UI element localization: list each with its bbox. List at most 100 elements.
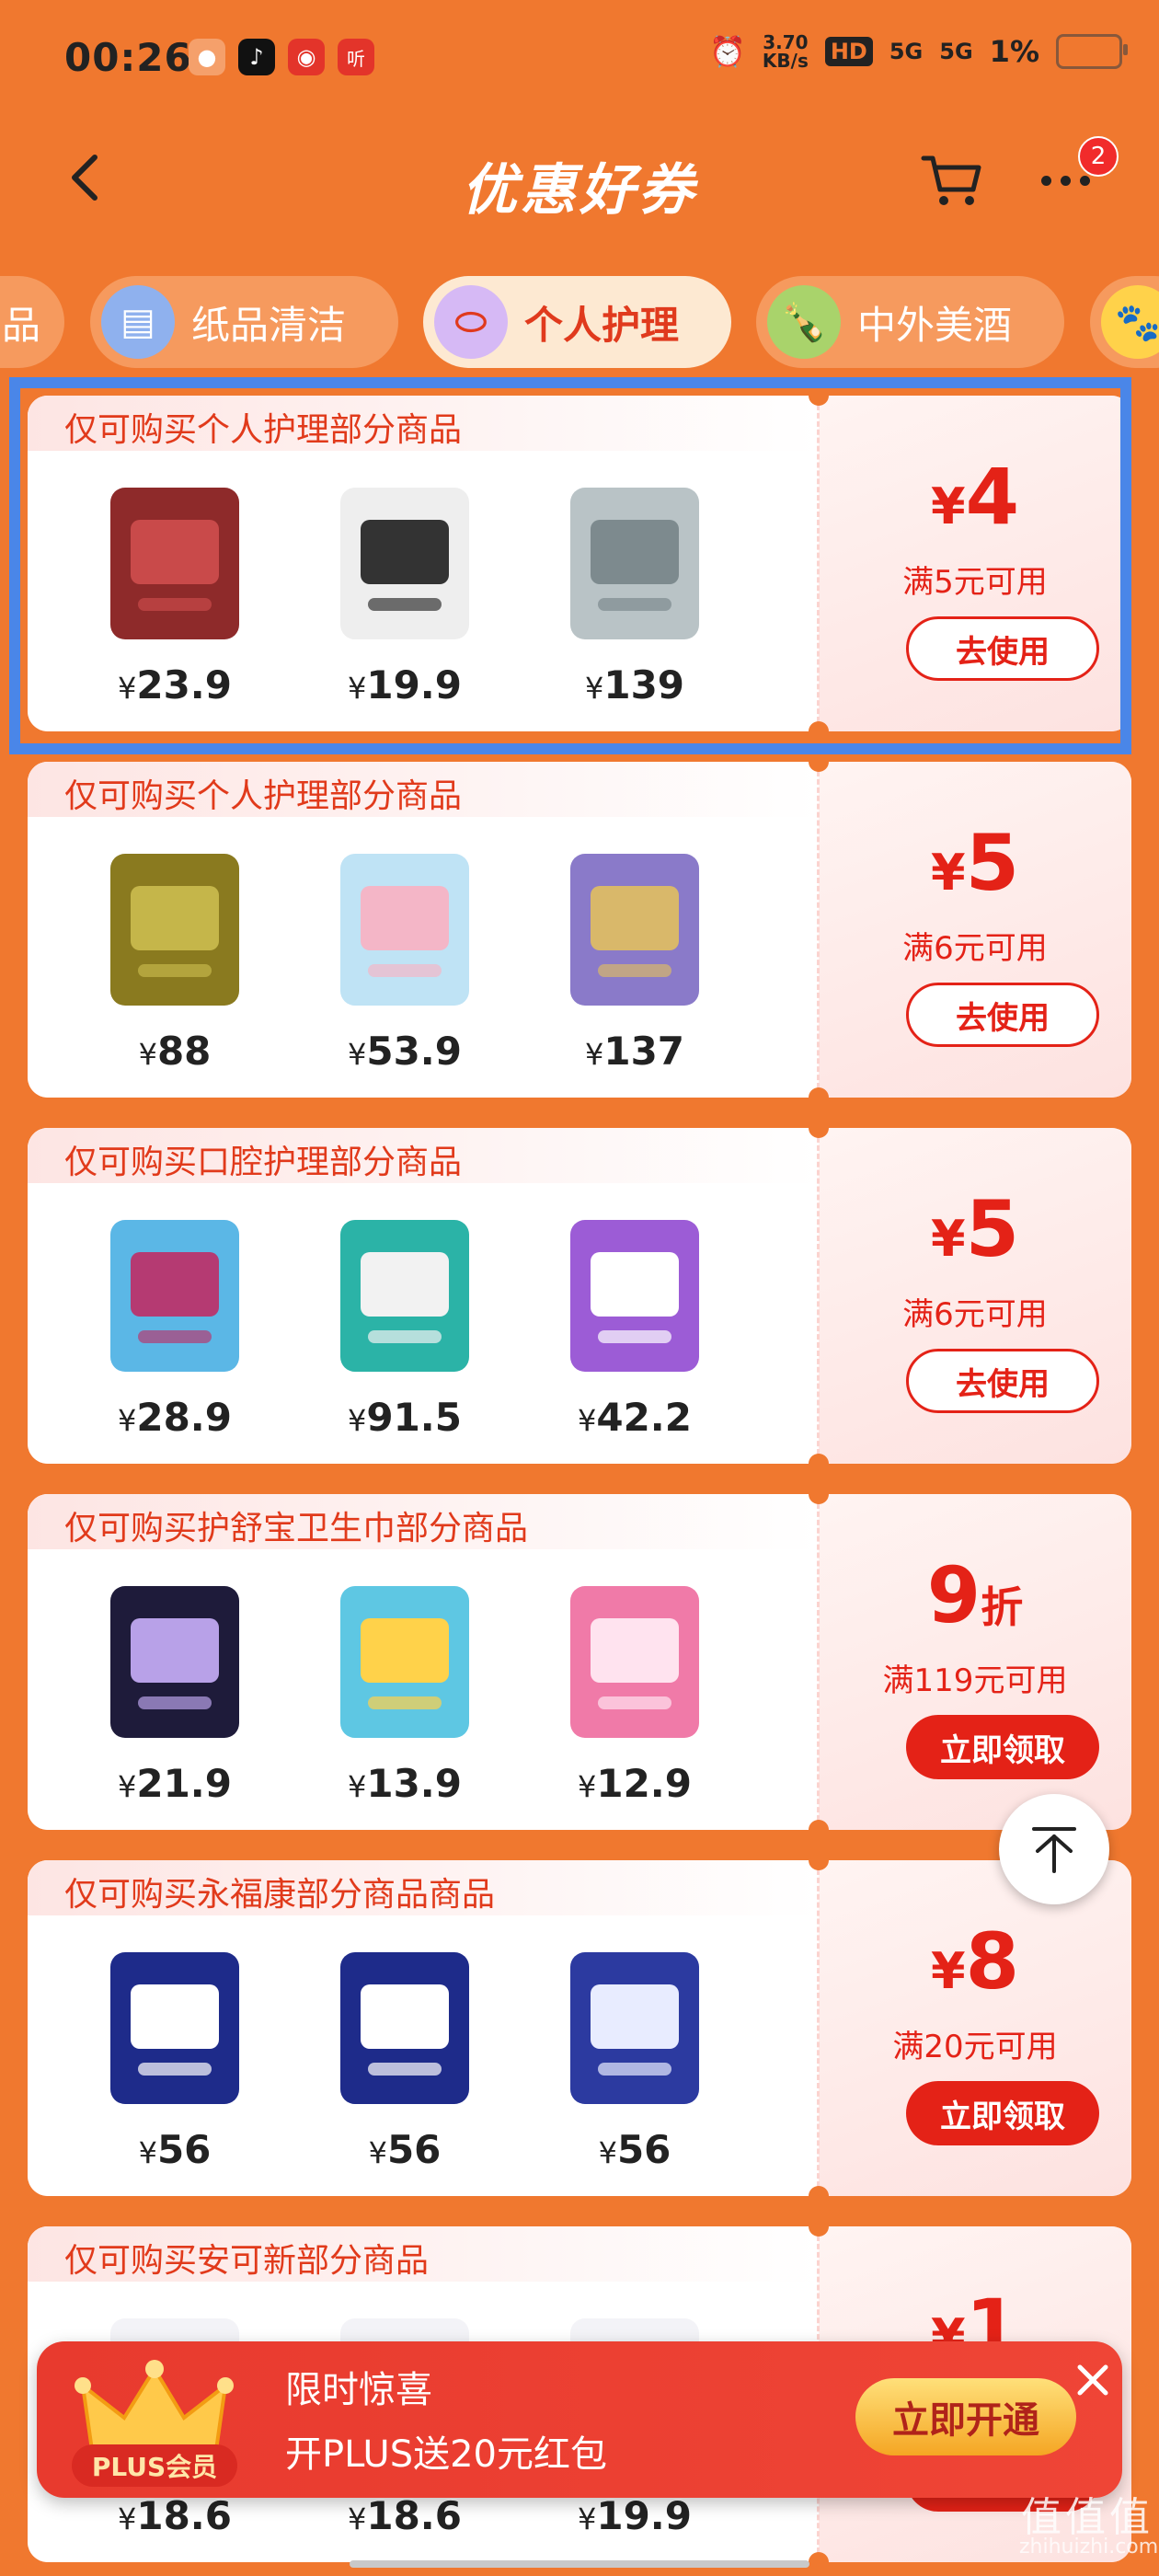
product-price: ¥12.9 — [578, 1761, 692, 1806]
coupon-condition: 仅可购买护舒宝卫生巾部分商品 — [64, 1510, 529, 1547]
coupon-products-area: 仅可购买个人护理部分商品 ¥23.9 ¥19.9 ¥139 — [28, 396, 819, 731]
coupon-threshold: 满6元可用 — [902, 1296, 1048, 1333]
coupon-header: 仅可购买个人护理部分商品 — [28, 396, 819, 451]
netease-music-icon: ◉ — [288, 39, 325, 75]
open-plus-button[interactable]: 立即开通 — [855, 2378, 1076, 2455]
plus-headline: 限时惊喜 — [285, 2369, 432, 2411]
tab-next[interactable]: 🐾 — [1090, 276, 1159, 368]
product-image[interactable] — [83, 835, 267, 1019]
plus-subline: 开PLUS送20元红包 — [285, 2433, 607, 2476]
coupon-threshold: 满119元可用 — [882, 1662, 1068, 1699]
product-price: ¥88 — [138, 1029, 212, 1074]
product-image[interactable] — [543, 1568, 727, 1752]
product-image[interactable] — [313, 1202, 497, 1386]
coupon-products-area: 仅可购买口腔护理部分商品 ¥28.9 ¥91.5 ¥42.2 — [28, 1128, 819, 1464]
pet-paw-icon: 🐾 — [1101, 285, 1159, 359]
ting-icon: 听 — [338, 39, 374, 75]
coupon-header: 仅可购买口腔护理部分商品 — [28, 1128, 819, 1183]
use-button[interactable]: 去使用 — [906, 1349, 1099, 1413]
product-price: ¥19.9 — [578, 2493, 692, 2538]
network-speed: 3.70 KB/s — [762, 31, 809, 72]
product-image[interactable] — [543, 1202, 727, 1386]
coupon-card[interactable]: 仅可购买永福康部分商品商品 ¥56 ¥56 ¥56 ¥8 满20元可用 立即领取 — [28, 1860, 1131, 2196]
coupon-condition: 仅可购买安可新部分商品 — [64, 2242, 430, 2280]
watermark-site: zhihuizhi.com — [1019, 2536, 1159, 2559]
product-image[interactable] — [313, 1568, 497, 1752]
product-image[interactable] — [543, 469, 727, 653]
product-price: ¥18.6 — [118, 2493, 232, 2538]
coupon-header: 仅可购买个人护理部分商品 — [28, 762, 819, 817]
product-image[interactable] — [83, 1568, 267, 1752]
tab-personal-care[interactable]: ⬭ 个人护理 — [423, 276, 731, 368]
product-price: ¥42.2 — [578, 1395, 692, 1440]
coupon-products-area: 仅可购买护舒宝卫生巾部分商品 ¥21.9 ¥13.9 ¥12.9 — [28, 1494, 819, 1830]
cart-icon[interactable] — [920, 153, 984, 208]
product-price: ¥23.9 — [118, 662, 232, 707]
product-price: ¥56 — [598, 2127, 671, 2172]
product-image[interactable] — [83, 469, 267, 653]
use-button[interactable]: 去使用 — [906, 616, 1099, 681]
coupon-products-area: 仅可购买永福康部分商品商品 ¥56 ¥56 ¥56 — [28, 1860, 819, 2196]
tab-partial[interactable]: 品 — [0, 276, 64, 368]
battery-icon — [1056, 34, 1128, 69]
claim-button[interactable]: 立即领取 — [906, 1715, 1099, 1779]
coupon-card[interactable]: 仅可购买个人护理部分商品 ¥88 ¥53.9 ¥137 ¥5 满6元可用 去使用 — [28, 762, 1131, 1098]
product-image[interactable] — [313, 1934, 497, 2118]
zhihu-bird-icon: ● — [189, 39, 225, 75]
system-status: ⏰ 3.70 KB/s HD 5G 5G 1% — [709, 31, 1128, 72]
product-price: ¥56 — [368, 2127, 442, 2172]
plus-promo-banner[interactable]: PLUS会员 限时惊喜 开PLUS送20元红包 立即开通 — [37, 2341, 1122, 2498]
signal-5g-2: 5G — [939, 39, 973, 64]
notification-badge: 2 — [1078, 136, 1119, 177]
coupon-amount: ¥8 — [930, 1916, 1020, 2007]
coupon-card[interactable]: 仅可购买护舒宝卫生巾部分商品 ¥21.9 ¥13.9 ¥12.9 9折满119元可用立即… — [28, 1494, 1131, 1830]
coupon-amount: 9折 — [926, 1550, 1024, 1640]
coupon-header: 仅可购买安可新部分商品 — [28, 2226, 819, 2282]
coupon-value-area: ¥8 满20元可用 立即领取 — [819, 1860, 1131, 2196]
tissue-icon: ▤ — [101, 285, 175, 359]
battery-percent: 1% — [989, 34, 1039, 69]
coupon-value-area: ¥5 满6元可用 去使用 — [819, 1128, 1131, 1464]
back-to-top-button[interactable] — [999, 1794, 1109, 1904]
plus-member-badge: PLUS会员 — [72, 2444, 237, 2487]
coupon-condition: 仅可购买永福康部分商品商品 — [64, 1876, 496, 1914]
tab-paper-cleaning[interactable]: ▤ 纸品清洁 — [90, 276, 398, 368]
product-image[interactable] — [83, 1934, 267, 2118]
coupon-card[interactable]: 仅可购买口腔护理部分商品 ¥28.9 ¥91.5 ¥42.2 ¥5 满6元可用 去使用 — [28, 1128, 1131, 1464]
product-image[interactable] — [543, 1934, 727, 2118]
coupon-condition: 仅可购买个人护理部分商品 — [64, 777, 463, 815]
close-icon[interactable] — [1074, 2362, 1111, 2398]
hd-icon: HD — [824, 37, 873, 66]
tab-wine[interactable]: 🍾 中外美酒 — [756, 276, 1064, 368]
alarm-icon: ⏰ — [709, 34, 746, 69]
lotion-icon: ⬭ — [434, 285, 508, 359]
coupon-divider — [817, 1869, 820, 2187]
product-price: ¥13.9 — [348, 1761, 462, 1806]
coupon-divider — [817, 405, 820, 722]
home-indicator[interactable] — [350, 2560, 809, 2568]
coupon-header: 仅可购买护舒宝卫生巾部分商品 — [28, 1494, 819, 1549]
product-image[interactable] — [313, 469, 497, 653]
coupon-divider — [817, 771, 820, 1088]
coupon-threshold: 满6元可用 — [902, 930, 1048, 967]
claim-button[interactable]: 立即领取 — [906, 2081, 1099, 2145]
product-image[interactable] — [83, 1202, 267, 1386]
product-image[interactable] — [313, 835, 497, 1019]
use-button[interactable]: 去使用 — [906, 983, 1099, 1047]
product-price: ¥137 — [584, 1029, 685, 1074]
tiktok-icon: ♪ — [238, 39, 275, 75]
coupon-amount: ¥4 — [930, 452, 1020, 542]
wine-icon: 🍾 — [767, 285, 841, 359]
product-price: ¥21.9 — [118, 1761, 232, 1806]
clock: 00:26 — [64, 35, 192, 80]
product-price: ¥28.9 — [118, 1395, 232, 1440]
coupon-header: 仅可购买永福康部分商品商品 — [28, 1860, 819, 1915]
coupon-value-area: 9折满119元可用立即领取 — [819, 1494, 1131, 1830]
coupon-condition: 仅可购买口腔护理部分商品 — [64, 1144, 463, 1181]
status-bar: 00:26 ● ♪ ◉ 听 ⏰ 3.70 KB/s HD 5G 5G 1% — [0, 0, 1159, 120]
product-image[interactable] — [543, 835, 727, 1019]
nav-bar: 优惠好券 2 — [0, 120, 1159, 239]
coupon-divider — [817, 1137, 820, 1455]
product-price: ¥56 — [138, 2127, 212, 2172]
coupon-card[interactable]: 仅可购买个人护理部分商品 ¥23.9 ¥19.9 ¥139 ¥4 满5元可用 去使用 — [28, 396, 1131, 731]
